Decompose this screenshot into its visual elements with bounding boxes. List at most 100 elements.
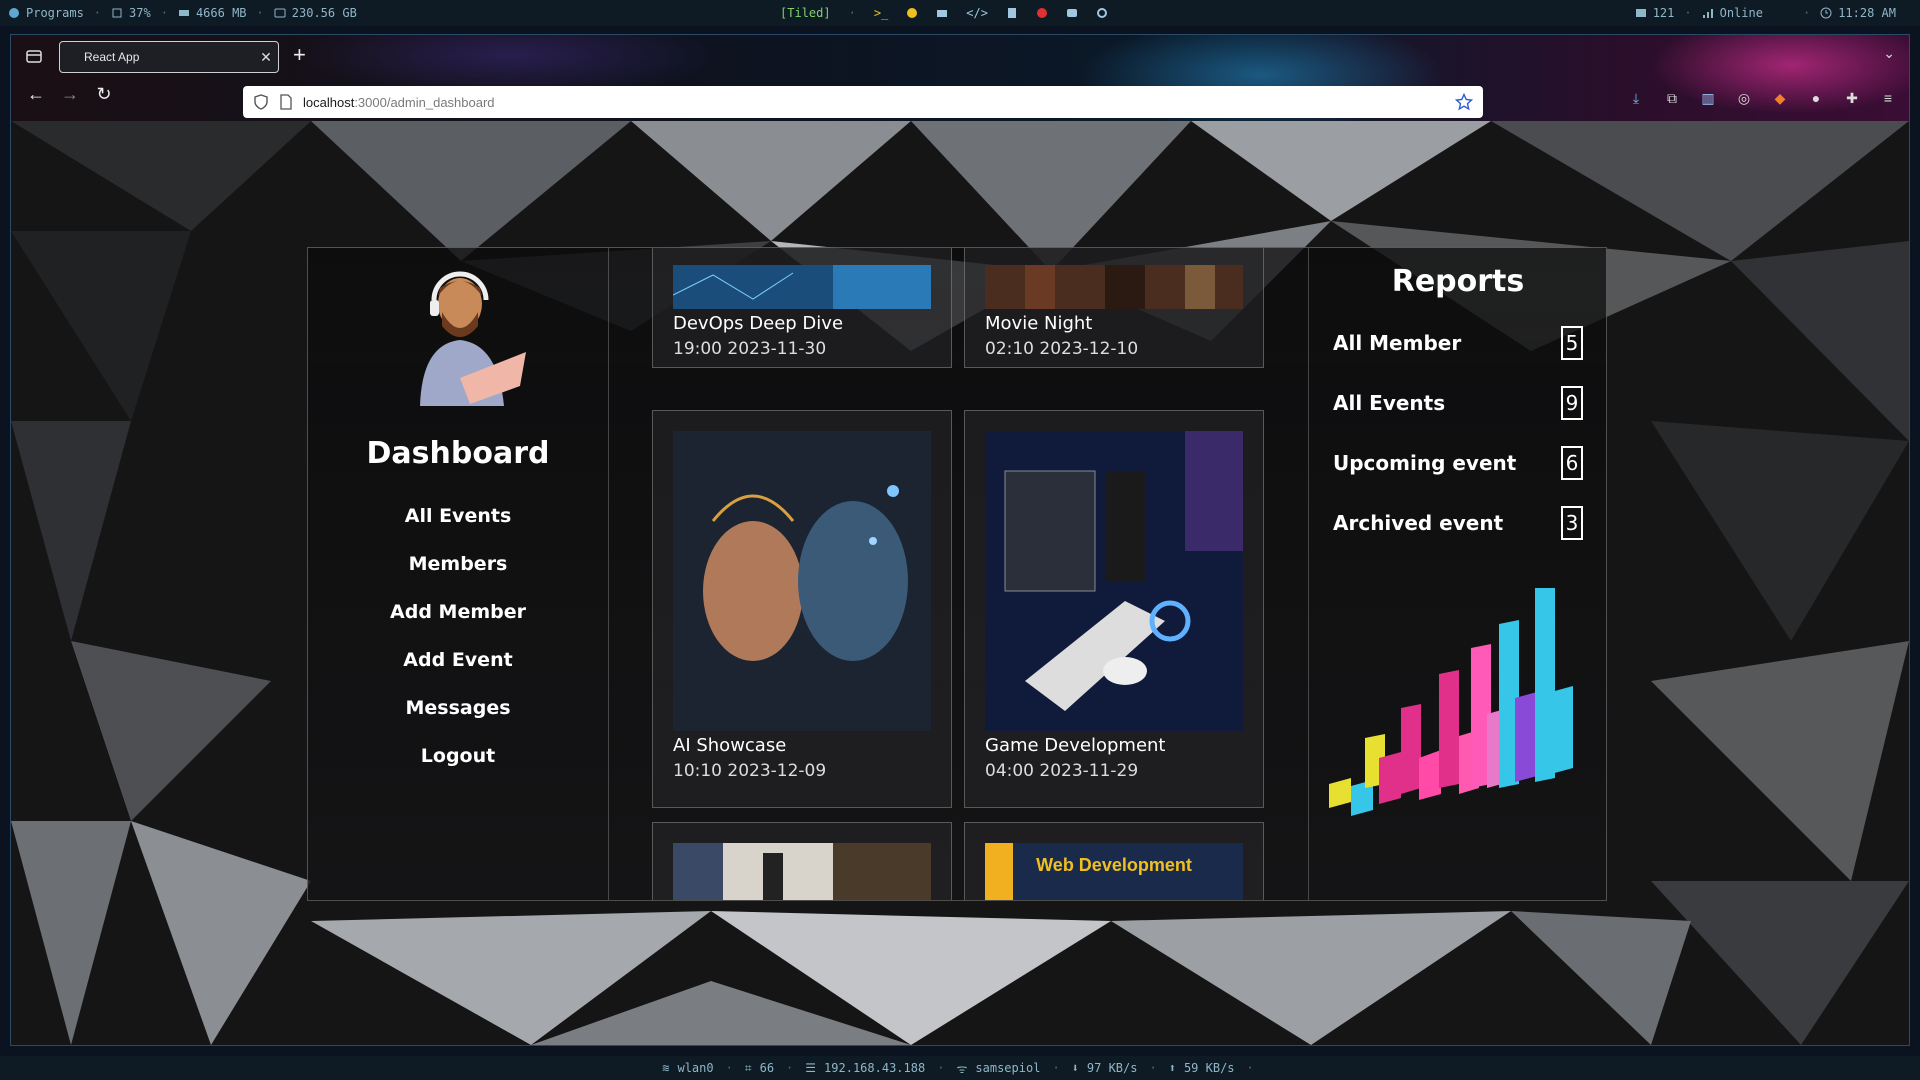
layout-mode[interactable]: [Tiled] — [780, 6, 831, 20]
browser-window: React App ✕ + ⌄ ← → ↻ localhost:3000/adm… — [10, 34, 1910, 1046]
sidebar-item-add-event[interactable]: Add Event — [308, 636, 608, 684]
extensions-icon[interactable]: ⧉ — [1661, 87, 1683, 109]
fox-icon[interactable]: ◆ — [1769, 87, 1791, 109]
clock-value: 11:28 AM — [1838, 6, 1896, 20]
sidebar: Dashboard All Events Members Add Member … — [308, 248, 609, 900]
network-value: Online — [1719, 6, 1763, 20]
top-status-bar: Programs · 37% · 4666 MB · 230.56 GB [Ti… — [0, 0, 1920, 26]
cpu-icon — [112, 8, 122, 18]
sidebar-item-members[interactable]: Members — [308, 540, 608, 588]
tab-list-icon[interactable] — [25, 47, 43, 65]
event-title: Movie Night — [985, 313, 1093, 334]
page-viewport: Dashboard All Events Members Add Member … — [11, 121, 1909, 1045]
chat-icon[interactable] — [1036, 7, 1048, 19]
terminal-icon[interactable]: >_ — [874, 6, 888, 20]
bottom-status-bar: ≋ wlan0 · ⌗ 66 · ☰ 192.168.43.188 · ᯤ sa… — [0, 1056, 1920, 1080]
upload-speed-icon: ⬆ — [1168, 1061, 1176, 1075]
folder-icon[interactable] — [936, 7, 948, 19]
youtube-icon[interactable] — [1066, 7, 1078, 19]
ip-icon: ☰ — [805, 1061, 817, 1075]
clock-icon — [1820, 7, 1832, 19]
ip-address: 192.168.43.188 — [824, 1061, 926, 1075]
signal-icon — [1702, 9, 1713, 18]
clock: 11:28 AM — [1820, 6, 1896, 20]
back-icon[interactable]: ← — [25, 83, 47, 105]
code-icon[interactable]: </> — [966, 6, 988, 20]
network-interface: wlan0 — [677, 1061, 714, 1075]
disk-icon — [274, 8, 286, 18]
download-speed: 97 KB/s — [1086, 1061, 1138, 1075]
sidebar-item-all-events[interactable]: All Events — [308, 492, 608, 540]
settings-icon[interactable]: ◎ — [1733, 87, 1755, 109]
updates-indicator: 121 — [1635, 6, 1674, 20]
wifi-icon: ≋ — [662, 1061, 670, 1075]
cpu-indicator: 37% — [111, 6, 151, 20]
bulb-icon[interactable]: ● — [1805, 87, 1827, 109]
report-count: 9 — [1561, 386, 1583, 420]
report-row-archived: Archived event 3 — [1333, 504, 1583, 542]
package-icon — [1635, 9, 1646, 17]
download-speed-icon: ⬇ — [1071, 1061, 1079, 1075]
event-thumbnail — [985, 431, 1243, 731]
sidebar-icon[interactable]: ▥ — [1697, 87, 1719, 109]
forward-icon[interactable]: → — [59, 83, 81, 105]
report-label: All Member — [1333, 331, 1462, 355]
event-card[interactable]: Game Development 04:00 2023-11-29 — [964, 410, 1264, 808]
event-thumbnail — [673, 431, 931, 731]
close-tab-icon[interactable]: ✕ — [254, 49, 278, 66]
event-card[interactable]: AI Showcase 10:10 2023-12-09 — [652, 410, 952, 808]
event-title: Game Development — [985, 735, 1166, 756]
event-time: 04:00 2023-11-29 — [985, 761, 1139, 781]
tab-title: React App — [84, 50, 140, 64]
event-card[interactable]: Movie Night 02:10 2023-12-10 — [964, 248, 1264, 368]
sidebar-item-messages[interactable]: Messages — [308, 684, 608, 732]
url-path: :3000/admin_dashboard — [354, 94, 495, 110]
shield-icon[interactable] — [253, 94, 269, 110]
report-row-upcoming: Upcoming event 6 — [1333, 444, 1583, 482]
event-time: 10:10 2023-12-09 — [673, 761, 827, 781]
address-bar[interactable]: localhost:3000/admin_dashboard — [243, 86, 1483, 118]
tab-react-app[interactable]: React App ✕ — [59, 41, 279, 73]
ssid-icon: ᯤ — [956, 1061, 968, 1076]
browser-toolbar: React App ✕ + ⌄ ← → ↻ localhost:3000/adm… — [11, 35, 1909, 121]
hamburger-menu-icon[interactable]: ≡ — [1877, 87, 1899, 109]
sidebar-menu: All Events Members Add Member Add Event … — [308, 492, 608, 780]
pin-icon[interactable]: ✚ — [1841, 87, 1863, 109]
reports-title: Reports — [1391, 264, 1525, 299]
report-row-all-member: All Member 5 — [1333, 324, 1583, 362]
url-host: localhost — [303, 94, 355, 110]
upload-speed: 59 KB/s — [1183, 1061, 1235, 1075]
bookmark-star-icon[interactable] — [1455, 93, 1473, 111]
ram-indicator: 4666 MB — [178, 6, 247, 20]
event-title: DevOps Deep Dive — [673, 313, 844, 334]
event-card[interactable]: Web Development — [964, 822, 1264, 900]
event-card[interactable] — [652, 822, 952, 900]
signal-strength: 66 — [759, 1061, 775, 1075]
new-tab-icon[interactable]: + — [293, 43, 306, 67]
event-time: 02:10 2023-12-10 — [985, 339, 1139, 359]
admin-dashboard: Dashboard All Events Members Add Member … — [307, 247, 1607, 901]
gear-icon[interactable] — [1096, 7, 1108, 19]
chevron-down-icon[interactable]: ⌄ — [1883, 45, 1895, 62]
toolbar-icons: ⤓ ⧉ ▥ ◎ ◆ ● ✚ ≡ — [1625, 87, 1899, 109]
signal-strength-icon: ⌗ — [744, 1060, 752, 1075]
memory-icon — [178, 10, 189, 16]
event-card[interactable]: DevOps Deep Dive 19:00 2023-11-30 — [652, 248, 952, 368]
report-label: Upcoming event — [1333, 451, 1517, 475]
network-indicator: Online — [1702, 6, 1763, 20]
sidebar-item-add-member[interactable]: Add Member — [308, 588, 608, 636]
book-icon[interactable] — [1006, 7, 1018, 19]
report-count: 6 — [1561, 446, 1583, 480]
ram-value: 4666 MB — [195, 6, 247, 20]
event-title: AI Showcase — [673, 735, 787, 756]
bar-chart-illustration — [1329, 588, 1573, 816]
apps-icon — [9, 8, 19, 18]
events-grid: DevOps Deep Dive 19:00 2023-11-30 Movie … — [608, 248, 1308, 900]
sidebar-item-logout[interactable]: Logout — [308, 732, 608, 780]
reload-icon[interactable]: ↻ — [93, 83, 115, 105]
programs-menu[interactable]: Programs — [8, 6, 84, 20]
moon-icon[interactable] — [906, 7, 918, 19]
event-thumbnail — [985, 265, 1243, 309]
download-icon[interactable]: ⤓ — [1625, 87, 1647, 109]
report-count: 3 — [1561, 506, 1583, 540]
